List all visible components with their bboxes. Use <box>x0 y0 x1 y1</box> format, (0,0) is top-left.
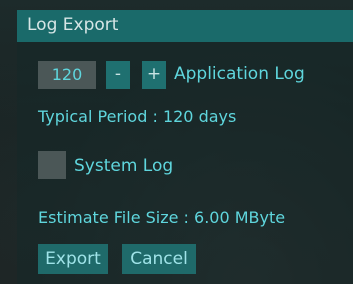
dialog-title: Log Export <box>27 15 119 35</box>
application-log-label: Application Log <box>174 64 305 84</box>
system-log-label: System Log <box>74 156 174 176</box>
typical-period-text: Typical Period : 120 days <box>38 107 237 126</box>
increment-button[interactable]: + <box>142 61 166 89</box>
dialog-titlebar: Log Export <box>17 10 353 42</box>
export-button[interactable]: Export <box>38 244 108 274</box>
decrement-button[interactable]: - <box>106 61 130 89</box>
period-value-field[interactable]: 120 <box>38 61 96 89</box>
log-export-dialog: Log Export 120 - + Application Log Typic… <box>0 0 353 284</box>
system-log-checkbox[interactable] <box>38 151 66 179</box>
estimate-file-size-text: Estimate File Size : 6.00 MByte <box>38 208 286 227</box>
cancel-button[interactable]: Cancel <box>122 244 196 274</box>
